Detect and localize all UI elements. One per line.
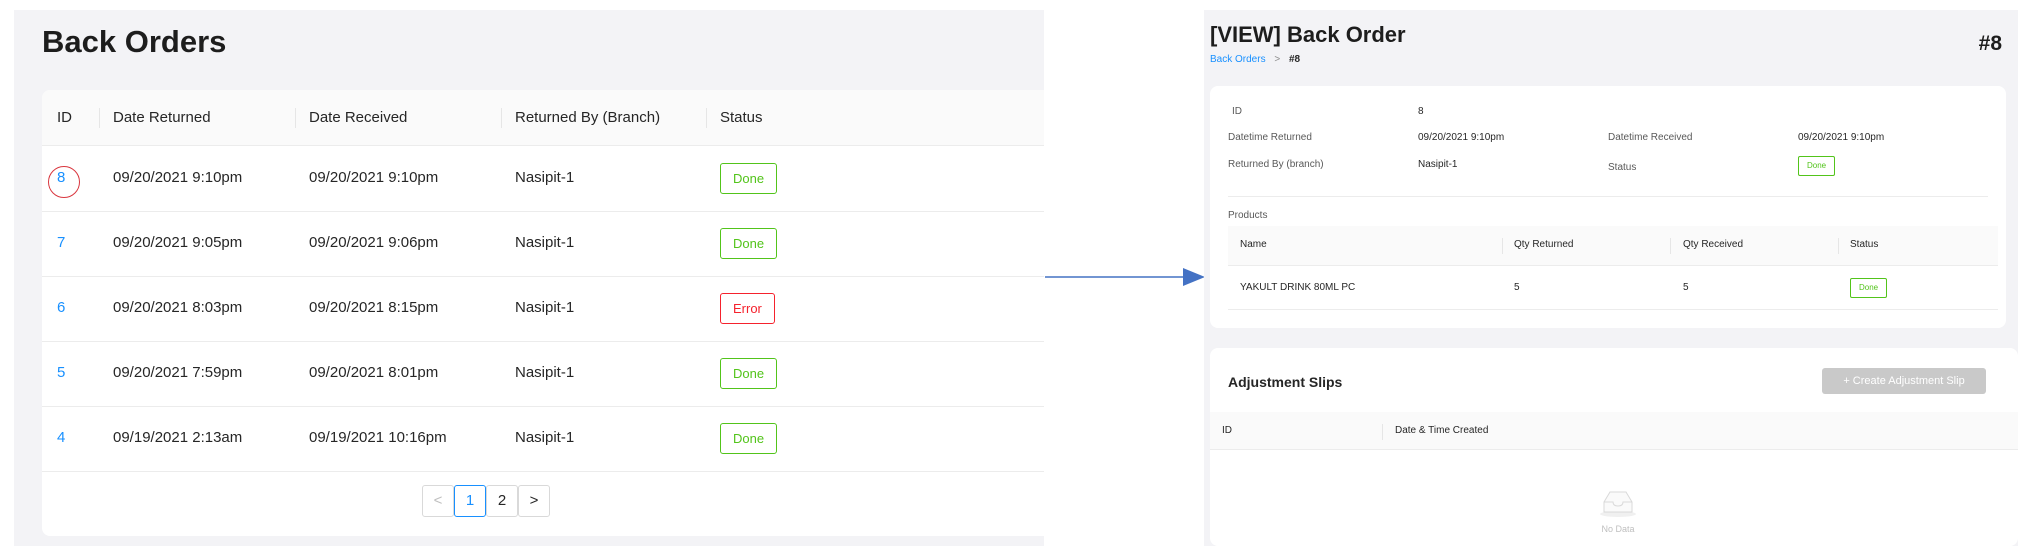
product-status-badge: Done bbox=[1850, 278, 1888, 298]
branch-cell: Nasipit-1 bbox=[515, 169, 575, 186]
pagination-page-2[interactable]: 2 bbox=[486, 485, 518, 517]
column-header-status: Status bbox=[720, 109, 763, 126]
column-divider bbox=[295, 108, 296, 128]
date-returned-cell: 09/20/2021 9:05pm bbox=[113, 234, 243, 251]
column-header-id: ID bbox=[57, 109, 72, 126]
returned-by-value: Nasipit-1 bbox=[1418, 159, 1458, 170]
page-title: Back Orders bbox=[42, 24, 227, 59]
adjustment-slips-table-header: ID Date & Time Created bbox=[1210, 412, 2018, 450]
status-badge: Done bbox=[1798, 156, 1836, 176]
row-id-link[interactable]: 4 bbox=[57, 429, 65, 446]
back-orders-table: ID Date Returned Date Received Returned … bbox=[42, 90, 1044, 536]
column-header-qty-returned: Qty Returned bbox=[1514, 239, 1574, 250]
product-row: YAKULT DRINK 80ML PC 5 5 Done bbox=[1228, 266, 1998, 310]
date-returned-cell: 09/19/2021 2:13am bbox=[113, 429, 243, 446]
column-divider bbox=[501, 108, 502, 128]
column-header-date-returned: Date Returned bbox=[113, 109, 211, 126]
column-divider bbox=[1502, 238, 1503, 254]
branch-cell: Nasipit-1 bbox=[515, 299, 575, 316]
id-value: 8 bbox=[1418, 106, 1424, 117]
pagination-next-button[interactable]: > bbox=[518, 485, 550, 517]
column-header-date-received: Date Received bbox=[309, 109, 408, 126]
adjustment-slips-title: Adjustment Slips bbox=[1228, 374, 1343, 390]
column-header-id: ID bbox=[1222, 425, 1232, 436]
row-id-link[interactable]: 8 bbox=[57, 169, 65, 186]
adjustment-slips-card: Adjustment Slips + Create Adjustment Sli… bbox=[1210, 348, 2018, 546]
column-divider bbox=[1382, 424, 1383, 440]
status-badge: Done bbox=[720, 228, 778, 259]
status-badge: Done bbox=[720, 423, 778, 454]
breadcrumb-current: #8 bbox=[1288, 54, 1301, 65]
breadcrumb-separator: > bbox=[1274, 54, 1281, 65]
create-adjustment-slip-button[interactable]: + Create Adjustment Slip bbox=[1822, 368, 1986, 394]
status-badge: Done bbox=[720, 163, 778, 194]
branch-cell: Nasipit-1 bbox=[515, 234, 575, 251]
status-badge: Error bbox=[720, 293, 775, 324]
date-received-cell: 09/19/2021 10:16pm bbox=[309, 429, 447, 446]
table-header: ID Date Returned Date Received Returned … bbox=[42, 90, 1044, 146]
table-row[interactable]: 8 09/20/2021 9:10pm 09/20/2021 9:10pm Na… bbox=[42, 147, 1044, 212]
date-returned-cell: 09/20/2021 7:59pm bbox=[113, 364, 243, 381]
returned-by-label: Returned By (branch) bbox=[1228, 159, 1324, 170]
branch-cell: Nasipit-1 bbox=[515, 364, 575, 381]
table-row[interactable]: 7 09/20/2021 9:05pm 09/20/2021 9:06pm Na… bbox=[42, 212, 1044, 277]
datetime-received-value: 09/20/2021 9:10pm bbox=[1798, 132, 1885, 143]
status-label: Status bbox=[1608, 162, 1637, 173]
product-qty-returned: 5 bbox=[1514, 282, 1520, 293]
divider bbox=[1228, 196, 1988, 197]
arrow-connector bbox=[1045, 268, 1205, 286]
empty-inbox-icon bbox=[1600, 491, 1636, 517]
product-name: YAKULT DRINK 80ML PC bbox=[1240, 282, 1356, 293]
status-badge: Done bbox=[720, 358, 778, 389]
product-qty-received: 5 bbox=[1683, 282, 1689, 293]
column-divider bbox=[1838, 238, 1839, 254]
products-section-label: Products bbox=[1228, 210, 1268, 221]
date-received-cell: 09/20/2021 8:15pm bbox=[309, 299, 439, 316]
row-id-link[interactable]: 6 bbox=[57, 299, 65, 316]
date-returned-cell: 09/20/2021 9:10pm bbox=[113, 169, 243, 186]
pagination-prev-button[interactable]: < bbox=[422, 485, 454, 517]
datetime-received-label: Datetime Received bbox=[1608, 132, 1693, 143]
date-received-cell: 09/20/2021 9:10pm bbox=[309, 169, 439, 186]
datetime-returned-value: 09/20/2021 9:10pm bbox=[1418, 132, 1505, 143]
order-number: #8 bbox=[1978, 32, 2002, 55]
products-table-header: Name Qty Returned Qty Received Status bbox=[1228, 226, 1998, 266]
column-divider bbox=[706, 108, 707, 128]
id-label: ID bbox=[1232, 106, 1242, 117]
branch-cell: Nasipit-1 bbox=[515, 429, 575, 446]
date-received-cell: 09/20/2021 9:06pm bbox=[309, 234, 439, 251]
column-header-status: Status bbox=[1850, 239, 1879, 250]
column-header-branch: Returned By (Branch) bbox=[515, 109, 661, 126]
column-header-qty-received: Qty Received bbox=[1683, 239, 1744, 250]
column-divider bbox=[99, 108, 100, 128]
row-id-link[interactable]: 5 bbox=[57, 364, 65, 381]
empty-state-text: No Data bbox=[1601, 524, 1635, 534]
breadcrumb-back-orders-link[interactable]: Back Orders bbox=[1210, 54, 1266, 65]
date-returned-cell: 09/20/2021 8:03pm bbox=[113, 299, 243, 316]
pagination-page-1[interactable]: 1 bbox=[454, 485, 486, 517]
column-divider bbox=[1670, 238, 1671, 254]
column-header-name: Name bbox=[1240, 239, 1267, 250]
breadcrumb: Back Orders > #8 bbox=[1210, 54, 1300, 65]
datetime-returned-label: Datetime Returned bbox=[1228, 132, 1312, 143]
detail-page-title: [VIEW] Back Order bbox=[1210, 22, 1406, 47]
column-header-date-time-created: Date & Time Created bbox=[1395, 425, 1489, 436]
back-order-info-card: ID 8 Datetime Returned 09/20/2021 9:10pm… bbox=[1210, 86, 2006, 328]
table-row[interactable]: 6 09/20/2021 8:03pm 09/20/2021 8:15pm Na… bbox=[42, 277, 1044, 342]
date-received-cell: 09/20/2021 8:01pm bbox=[309, 364, 439, 381]
table-row[interactable]: 5 09/20/2021 7:59pm 09/20/2021 8:01pm Na… bbox=[42, 342, 1044, 407]
table-row[interactable]: 4 09/19/2021 2:13am 09/19/2021 10:16pm N… bbox=[42, 407, 1044, 472]
back-order-detail-panel: [VIEW] Back Order #8 Back Orders > #8 ID… bbox=[1204, 10, 2018, 546]
back-orders-list-panel: Back Orders ID Date Returned Date Receiv… bbox=[14, 10, 1044, 546]
row-id-link[interactable]: 7 bbox=[57, 234, 65, 251]
